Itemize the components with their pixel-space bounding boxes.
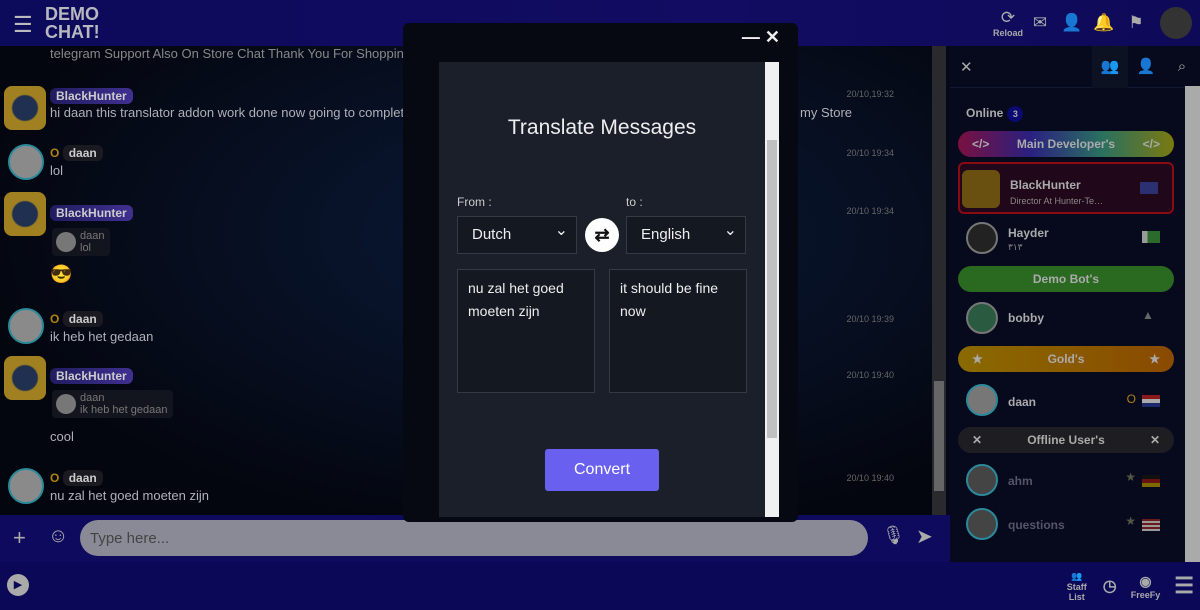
android-icon: ▲ xyxy=(1142,308,1154,322)
avatar xyxy=(4,192,46,236)
translated-text-output[interactable]: it should be fine now xyxy=(609,269,747,393)
play-icon[interactable]: ▶ xyxy=(7,574,29,596)
plus-icon[interactable]: + xyxy=(13,525,26,551)
close-icon[interactable]: ✕ xyxy=(765,27,780,47)
avatar xyxy=(8,468,44,504)
from-language-select[interactable]: Dutch xyxy=(457,213,577,254)
user-list-panel: ✕ 👥 👤 ⌕ Online 3 </> Main Developer's </> B… xyxy=(950,46,1200,562)
flag-us-icon xyxy=(1142,519,1160,531)
convert-button[interactable]: Convert xyxy=(545,449,659,491)
username[interactable]: BlackHunter xyxy=(50,368,133,384)
avatar xyxy=(4,356,46,400)
spotify-icon: ◉ xyxy=(1139,572,1152,589)
to-language-select[interactable]: English xyxy=(626,213,746,254)
quoted-message: daan ik heb het gedaan xyxy=(52,390,174,418)
code-icon: </> xyxy=(972,137,990,151)
user-row[interactable]: daan O xyxy=(958,380,1174,420)
group-header: ★ Gold's ★ xyxy=(958,346,1174,372)
user-row[interactable]: Hayder ٣١٣ xyxy=(958,218,1174,258)
star-icon: ★ xyxy=(1149,352,1160,366)
avatar xyxy=(8,144,44,180)
avatar xyxy=(4,86,46,130)
user-row[interactable]: BlackHunter Director At Hunter-Te… xyxy=(958,162,1174,214)
quoted-message: daan lol xyxy=(52,228,111,256)
staff-icon: 👥 xyxy=(1071,570,1083,581)
x-icon: ✕ xyxy=(1149,433,1160,447)
username[interactable]: daan xyxy=(62,311,103,327)
avatar xyxy=(966,508,998,540)
menu-icon[interactable]: ☰ xyxy=(1174,573,1194,599)
x-icon: ✕ xyxy=(972,433,983,447)
avatar xyxy=(966,384,998,416)
user-row[interactable]: questions ★ xyxy=(958,504,1174,544)
star-icon: ★ xyxy=(1125,470,1136,484)
panel-scrollbar[interactable] xyxy=(1185,86,1200,562)
star-icon: ★ xyxy=(1125,514,1136,528)
microphone-icon[interactable]: 🎙 xyxy=(882,525,905,546)
logo: DEMO CHAT! xyxy=(45,4,100,42)
group-header: </> Main Developer's </> xyxy=(958,131,1174,157)
user-row[interactable]: ahm ★ xyxy=(958,460,1174,500)
minimize-icon[interactable]: — xyxy=(742,27,760,47)
close-icon[interactable]: ✕ xyxy=(960,58,973,76)
user-avatar[interactable] xyxy=(1160,7,1192,39)
swap-icon: ⇄ xyxy=(594,225,610,245)
clock-icon[interactable]: ◷ xyxy=(1103,576,1117,596)
mail-icon[interactable]: ✉ xyxy=(1024,13,1056,33)
reload-button[interactable]: ⟳ Reload xyxy=(992,8,1024,38)
user-row[interactable]: bobby ▲ xyxy=(958,298,1174,338)
input-bar: + ☺ 🎙 ➤ xyxy=(0,515,950,562)
username[interactable]: BlackHunter xyxy=(50,88,133,104)
flag-nl-icon xyxy=(1142,395,1160,407)
footer-bar: ▶ 👥 Staff List ◷ ◉ FreeFy ☰ xyxy=(0,562,1200,610)
staff-list-button[interactable]: 👥 Staff List xyxy=(1065,571,1089,602)
translate-modal: — ✕ Translate Messages From : to : Dutch… xyxy=(403,23,798,522)
modal-title: Translate Messages xyxy=(507,116,697,139)
user-tab-icon[interactable]: 👤 xyxy=(1128,46,1164,88)
users-tab-icon[interactable]: 👥 xyxy=(1092,46,1128,88)
emoji-icon[interactable]: ☺ xyxy=(48,525,68,548)
source-text-input[interactable]: nu zal het goed moeten zijn xyxy=(457,269,595,393)
flag-de-icon xyxy=(1142,475,1160,487)
username[interactable]: daan xyxy=(62,145,103,161)
send-icon[interactable]: ➤ xyxy=(916,524,933,549)
chat-scrollbar[interactable] xyxy=(932,46,946,515)
reload-icon: ⟳ xyxy=(1000,8,1016,27)
flag-uk-icon xyxy=(1140,182,1158,194)
modal-scrollbar[interactable] xyxy=(765,62,779,517)
search-icon[interactable]: ⌕ xyxy=(1164,46,1200,88)
online-count-badge: 3 xyxy=(1007,106,1024,122)
freefy-button[interactable]: ◉ FreeFy xyxy=(1131,573,1161,600)
avatar xyxy=(966,464,998,496)
group-header: Demo Bot's xyxy=(958,266,1174,292)
swap-languages-button[interactable]: ⇄ xyxy=(585,218,619,252)
avatar xyxy=(966,222,998,254)
code-icon: </> xyxy=(1142,137,1160,151)
bell-icon[interactable]: 🔔 xyxy=(1088,13,1120,33)
add-friend-icon[interactable]: 👤 xyxy=(1056,13,1088,33)
flag-pk-icon xyxy=(1142,231,1160,243)
menu-icon[interactable]: ☰ xyxy=(13,12,33,38)
android-avatar xyxy=(966,302,998,334)
message-input[interactable] xyxy=(80,520,868,556)
flag-icon[interactable]: ⚑ xyxy=(1120,13,1152,33)
username[interactable]: BlackHunter xyxy=(50,205,133,221)
avatar xyxy=(962,170,1000,208)
avatar xyxy=(8,308,44,344)
group-header: ✕ Offline User's ✕ xyxy=(958,427,1174,453)
username[interactable]: daan xyxy=(62,470,103,486)
star-icon: ★ xyxy=(972,352,983,366)
